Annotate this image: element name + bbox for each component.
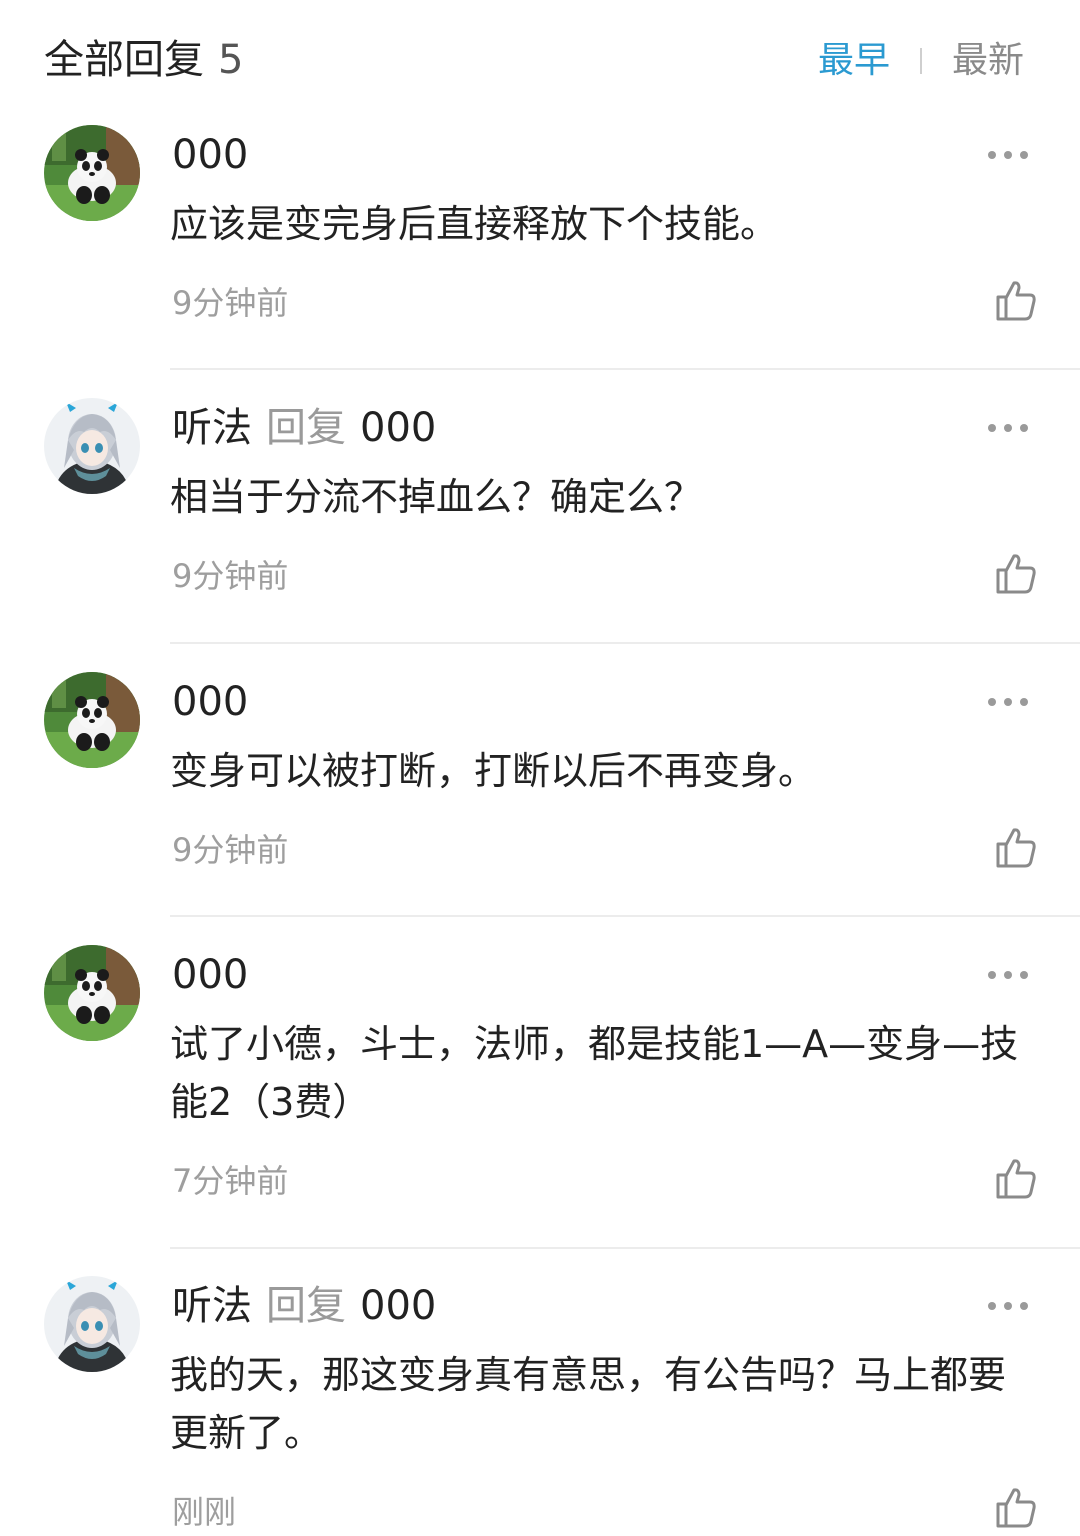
divider (170, 915, 1080, 917)
sort-latest-button[interactable]: 最新 (952, 36, 1024, 86)
reply-count: 5 (218, 37, 244, 83)
more-options-icon[interactable] (988, 690, 1028, 714)
reply-time: 9分钟前 (172, 557, 289, 595)
anime-girl-avatar[interactable] (44, 398, 140, 494)
author-name[interactable]: 听法 (172, 1283, 252, 1329)
thumbs-up-icon[interactable] (992, 550, 1040, 598)
panda-avatar[interactable] (44, 945, 140, 1041)
replies-header: 全部回复 5 最早 最新 (0, 0, 1080, 120)
more-options-icon[interactable] (988, 1294, 1028, 1318)
sort-earliest-button[interactable]: 最早 (818, 36, 890, 86)
reply-to-label: 回复 (266, 405, 346, 451)
reply-target-name[interactable]: 000 (360, 405, 436, 451)
sort-divider (919, 48, 922, 74)
reply-content: 我的天，那这变身真有意思，有公告吗？马上都要更新了。 (170, 1353, 1007, 1455)
reply-header-line: 000 (172, 676, 248, 728)
divider (170, 1247, 1080, 1249)
reply-content: 试了小德，斗士，法师，都是技能1—A—变身—技能2（3费） (170, 1022, 1019, 1124)
reply-time: 7分钟前 (172, 1162, 289, 1200)
thumbs-up-icon[interactable] (992, 824, 1040, 872)
reply-time: 刚刚 (172, 1493, 237, 1531)
reply-header-line: 000 (172, 949, 248, 1001)
reply-header-line: 听法 回复 000 (172, 402, 436, 454)
reply-header-line: 000 (172, 129, 248, 181)
more-options-icon[interactable] (988, 143, 1028, 167)
author-name[interactable]: 听法 (172, 405, 252, 451)
reply-time: 9分钟前 (172, 284, 289, 322)
sort-toggle: 最早 最新 (818, 36, 1024, 86)
reply-content: 相当于分流不掉血么？确定么？ (170, 475, 703, 519)
author-name[interactable]: 000 (172, 679, 248, 725)
page-title: 全部回复 5 (44, 32, 243, 88)
reply-content: 变身可以被打断，打断以后不再变身。 (170, 749, 817, 793)
reply-target-name[interactable]: 000 (360, 1283, 436, 1329)
reply-header-line: 听法 回复 000 (172, 1280, 436, 1332)
reply-content: 应该是变完身后直接释放下个技能。 (170, 202, 779, 246)
author-name[interactable]: 000 (172, 952, 248, 998)
panda-avatar[interactable] (44, 672, 140, 768)
more-options-icon[interactable] (988, 963, 1028, 987)
thumbs-up-icon[interactable] (992, 1155, 1040, 1203)
divider (170, 368, 1080, 370)
panda-avatar[interactable] (44, 125, 140, 221)
thumbs-up-icon[interactable] (992, 277, 1040, 325)
reply-to-label: 回复 (266, 1283, 346, 1329)
thumbs-up-icon[interactable] (992, 1484, 1040, 1532)
header-title-text: 全部回复 (44, 37, 204, 83)
author-name[interactable]: 000 (172, 132, 248, 178)
more-options-icon[interactable] (988, 416, 1028, 440)
reply-time: 9分钟前 (172, 831, 289, 869)
divider (170, 642, 1080, 644)
anime-girl-avatar[interactable] (44, 1276, 140, 1372)
